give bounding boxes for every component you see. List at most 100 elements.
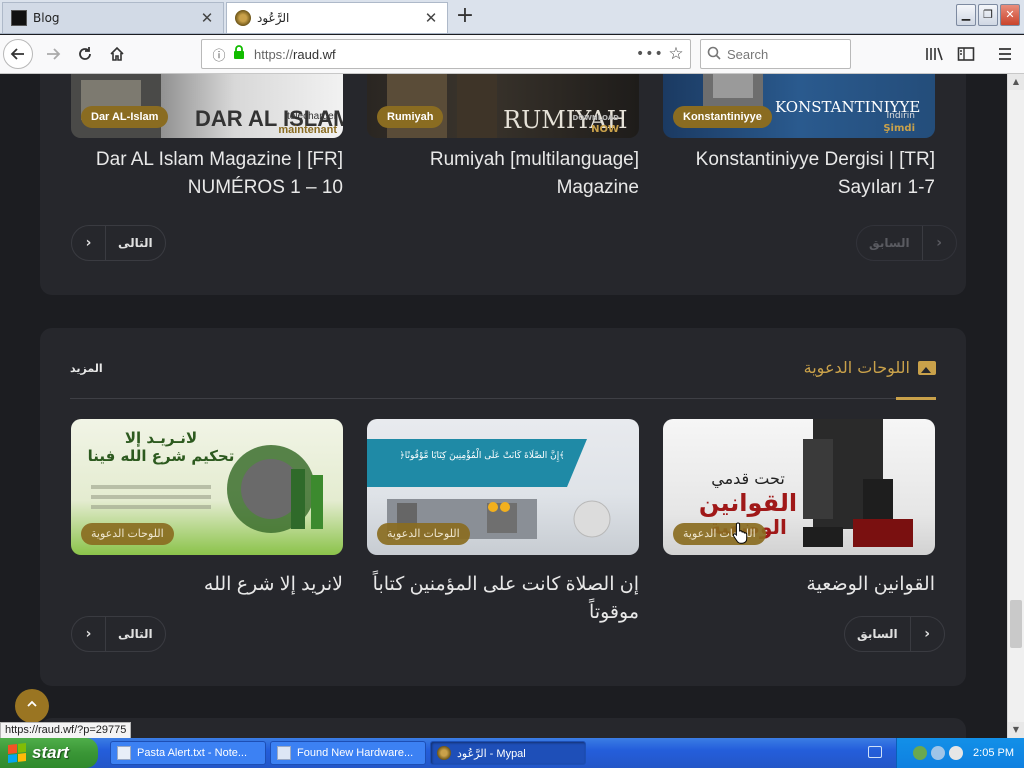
next-label: التالى	[118, 627, 153, 641]
category-badge[interactable]: اللوحات الدعوية	[81, 523, 174, 545]
section-title[interactable]: اللوحات الدعوية	[804, 358, 936, 377]
url-bar[interactable]: ⓘ https://raud.wf ••• ☆	[201, 39, 691, 69]
cover-tag: Indirin	[886, 111, 915, 121]
system-tray: 2:05 PM	[896, 738, 1024, 768]
tab-bar: Blog ✕ الرَّعُود ✕ + ▁ ❐ ✕	[0, 0, 1024, 34]
next-section	[40, 718, 966, 738]
reload-icon	[79, 47, 91, 60]
task-label: Pasta Alert.txt - Note...	[137, 747, 248, 759]
scrollbar-thumb[interactable]	[1010, 600, 1022, 648]
magazine-title[interactable]: Dar AL Islam Magazine | [FR] NUMÉROS 1 –…	[53, 146, 343, 202]
tab-title: الرَّعُود	[257, 11, 290, 25]
magazines-section: DAR AL ISLAM télécharger maintenant télé…	[40, 74, 966, 295]
previous-button[interactable]: السابق ›	[844, 616, 945, 652]
close-tab-icon[interactable]: ✕	[199, 10, 215, 26]
category-badge[interactable]: Rumiyah	[377, 106, 444, 128]
restore-button[interactable]: ❐	[978, 4, 998, 26]
sidebar-icon	[957, 47, 975, 61]
more-link[interactable]: المزيد	[70, 362, 103, 375]
tab-blog[interactable]: Blog ✕	[2, 2, 224, 33]
tab-raud[interactable]: الرَّعُود ✕	[226, 2, 448, 33]
library-button[interactable]	[921, 41, 947, 67]
notepad-icon	[117, 746, 131, 760]
cover-tag: DOWNLOAD	[572, 114, 619, 122]
back-button[interactable]	[3, 39, 33, 69]
network-icon[interactable]	[913, 746, 928, 760]
sidebar-button[interactable]	[953, 41, 979, 67]
info-icon[interactable]: ⓘ	[208, 45, 230, 64]
url-text[interactable]: https://raud.wf	[254, 47, 636, 62]
taskbar-item-mypal[interactable]: الرَّعُود - Mypal	[430, 741, 586, 765]
minimize-button[interactable]: ▁	[956, 4, 976, 26]
task-label: Found New Hardware...	[297, 747, 414, 759]
task-label: الرَّعُود - Mypal	[457, 747, 526, 760]
new-tab-button[interactable]: +	[452, 4, 478, 30]
start-label: start	[32, 743, 69, 762]
volume-icon[interactable]	[931, 746, 946, 760]
hamburger-menu-icon	[999, 48, 1011, 60]
category-badge[interactable]: اللوحات الدعوية	[673, 523, 766, 545]
bookmark-star-icon[interactable]: ☆	[662, 44, 690, 64]
card-title[interactable]: إن الصلاة كانت على المؤمنين كتاباً موقوت…	[339, 571, 639, 627]
previous-label: السابق	[869, 236, 910, 250]
home-button[interactable]	[102, 39, 132, 69]
next-button[interactable]: › التالى	[71, 225, 166, 261]
status-url: https://raud.wf/?p=29775	[0, 722, 132, 738]
taskbar-item-new-hardware[interactable]: Found New Hardware...	[270, 741, 426, 765]
back-arrow-icon	[10, 48, 24, 60]
reload-button[interactable]	[70, 39, 100, 69]
scroll-up-arrow-icon[interactable]: ▲	[1008, 74, 1024, 90]
search-box[interactable]: Search	[700, 39, 851, 69]
hand-cursor-icon	[732, 522, 748, 544]
category-badge[interactable]: Konstantiniyye	[673, 106, 772, 128]
chevron-up-icon	[27, 700, 37, 707]
image-icon	[918, 360, 936, 375]
search-placeholder: Search	[727, 46, 769, 62]
site-favicon-icon	[437, 746, 451, 760]
start-button[interactable]: start	[0, 738, 98, 768]
site-favicon-icon	[235, 10, 251, 26]
divider	[70, 398, 936, 399]
blog-favicon-icon	[11, 10, 27, 26]
card-title[interactable]: القوانين الوضعية	[645, 571, 935, 599]
scroll-down-arrow-icon[interactable]: ▼	[1008, 722, 1024, 738]
home-icon	[110, 46, 124, 61]
category-badge[interactable]: اللوحات الدعوية	[377, 523, 470, 545]
card-title[interactable]: لانريد إلا شرع الله	[53, 571, 343, 599]
chevron-right-icon: ›	[921, 226, 956, 260]
next-button[interactable]: › التالى	[71, 616, 166, 652]
card-image-caption: لانـريـد إلا تحكيم شرع الله فينا	[87, 429, 235, 465]
forward-arrow-icon	[47, 48, 61, 60]
vertical-scrollbar[interactable]: ▲ ▼	[1007, 74, 1024, 738]
hardware-wizard-icon	[277, 746, 291, 760]
section-title-text: اللوحات الدعوية	[803, 358, 910, 377]
dawah-boards-section: اللوحات الدعوية المزيد لانـريـد إلا تحكي…	[40, 328, 966, 686]
chevron-right-icon: ›	[72, 617, 106, 651]
cover-tag: télécharger	[286, 111, 337, 122]
next-label: التالى	[118, 236, 153, 250]
clock[interactable]: 2:05 PM	[973, 747, 1014, 759]
search-icon	[701, 46, 727, 63]
magazine-title[interactable]: Konstantiniyye Dergisi | [TR] Sayıları 1…	[645, 146, 935, 202]
previous-button[interactable]: السابق ›	[856, 225, 957, 261]
lock-icon[interactable]	[230, 45, 248, 63]
chevron-right-icon: ›	[72, 226, 106, 260]
magazine-title[interactable]: Rumiyah [multilanguage] Magazine	[349, 146, 639, 202]
page-viewport: DAR AL ISLAM télécharger maintenant télé…	[0, 74, 1007, 738]
windows-taskbar: start Pasta Alert.txt - Note... Found Ne…	[0, 738, 1024, 768]
forward-button[interactable]	[38, 39, 68, 69]
category-badge[interactable]: Dar AL-Islam	[81, 106, 169, 128]
library-icon	[926, 47, 943, 61]
close-tab-icon[interactable]: ✕	[423, 10, 439, 26]
page-actions-icon[interactable]: •••	[636, 46, 663, 62]
tab-title: Blog	[33, 11, 60, 25]
section-title-underline	[896, 397, 936, 400]
keyboard-icon[interactable]	[868, 746, 882, 758]
cover-tag: maintenant	[278, 124, 337, 136]
scroll-to-top-button[interactable]	[15, 689, 49, 723]
safely-remove-icon[interactable]	[949, 746, 964, 760]
menu-button[interactable]	[992, 41, 1018, 67]
cover-tag: Şimdi	[883, 123, 915, 134]
close-window-button[interactable]: ✕	[1000, 4, 1020, 26]
taskbar-item-notepad[interactable]: Pasta Alert.txt - Note...	[110, 741, 266, 765]
